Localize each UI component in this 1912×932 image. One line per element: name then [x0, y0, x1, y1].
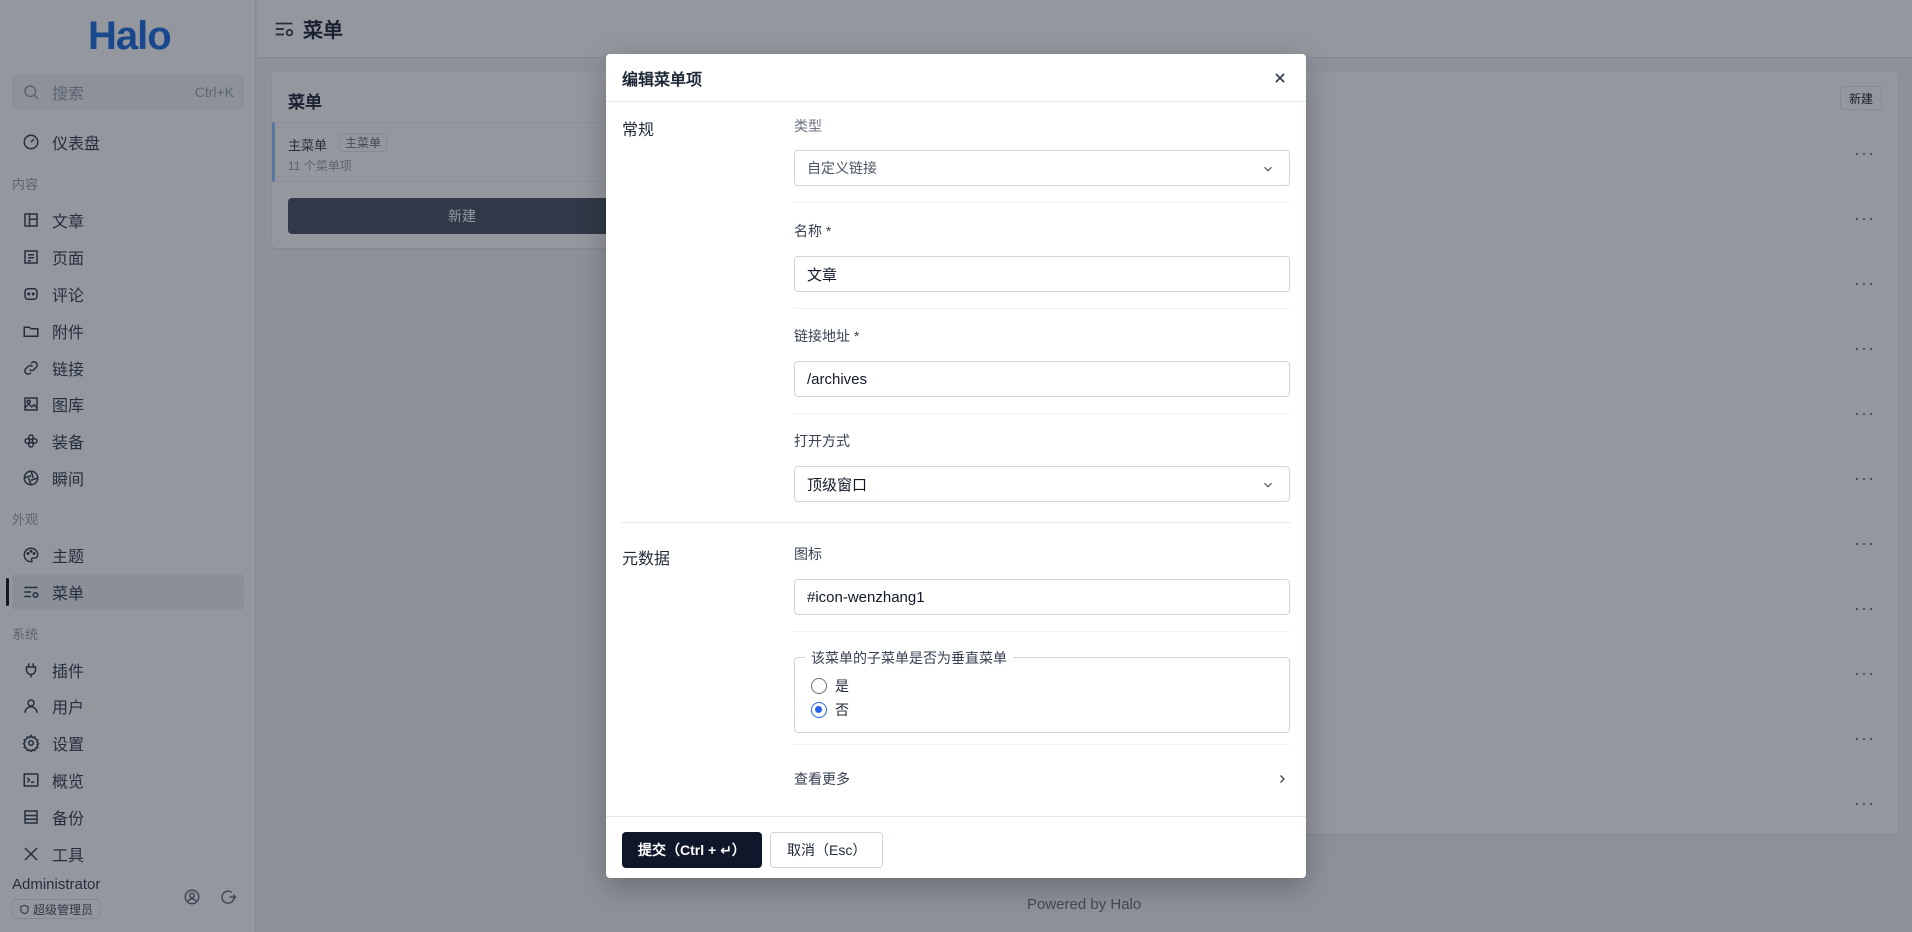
close-button[interactable] [1268, 66, 1292, 90]
section-title-metadata: 元数据 [622, 551, 671, 568]
section-title-general: 常规 [622, 122, 655, 139]
radio-yes-label: 是 [835, 678, 849, 694]
submit-button[interactable]: 提交（Ctrl + ↵） [622, 832, 762, 868]
chevron-down-icon [1264, 166, 1272, 172]
modal-title: 编辑菜单项 [622, 71, 703, 89]
cancel-button[interactable]: 取消（Esc） [770, 832, 884, 868]
link-input-value: /archives [807, 370, 868, 388]
radio-no[interactable] [811, 702, 827, 718]
name-input-value: 文章 [807, 266, 838, 284]
modal-header: 编辑菜单项 [606, 54, 1306, 102]
link-label: 链接地址 * [794, 328, 860, 344]
link-input[interactable]: /archives [794, 361, 1290, 397]
field-divider [794, 631, 1290, 632]
radio-yes[interactable] [811, 678, 827, 694]
type-select-value: 自定义链接 [807, 160, 877, 176]
name-label: 名称 * [794, 223, 832, 239]
type-select[interactable]: 自定义链接 [794, 150, 1290, 186]
target-select[interactable]: 顶级窗口 [794, 466, 1290, 502]
icon-label: 图标 [794, 546, 822, 562]
vertical-submenu-fieldset: 该菜单的子菜单是否为垂直菜单 是 否 [794, 648, 1290, 733]
radio-no-label: 否 [835, 702, 849, 718]
vertical-submenu-legend: 该菜单的子菜单是否为垂直菜单 [805, 648, 1013, 668]
name-input[interactable]: 文章 [794, 256, 1290, 292]
chevron-right-icon [1280, 775, 1285, 783]
target-label: 打开方式 [794, 433, 850, 449]
field-divider [794, 308, 1290, 309]
target-select-value: 顶级窗口 [807, 476, 868, 494]
section-divider [622, 522, 1290, 523]
type-label: 类型 [794, 118, 822, 134]
chevron-down-icon [1264, 482, 1272, 488]
edit-menu-item-modal: 编辑菜单项 常规 类型 自定义链接 名称 * 文章 链接地址 * /archiv… [606, 54, 1306, 878]
radio-option-no[interactable]: 否 [811, 700, 849, 720]
field-divider [794, 202, 1290, 203]
icon-input[interactable]: #icon-wenzhang1 [794, 579, 1290, 615]
icon-input-value: #icon-wenzhang1 [807, 588, 925, 606]
field-divider [794, 744, 1290, 745]
close-icon [1275, 73, 1285, 83]
radio-option-yes[interactable]: 是 [811, 676, 849, 696]
modal-footer: 提交（Ctrl + ↵） 取消（Esc） [606, 816, 1306, 878]
field-divider [794, 413, 1290, 414]
view-more-toggle[interactable]: 查看更多 [794, 767, 1290, 791]
view-more-label: 查看更多 [794, 771, 850, 787]
